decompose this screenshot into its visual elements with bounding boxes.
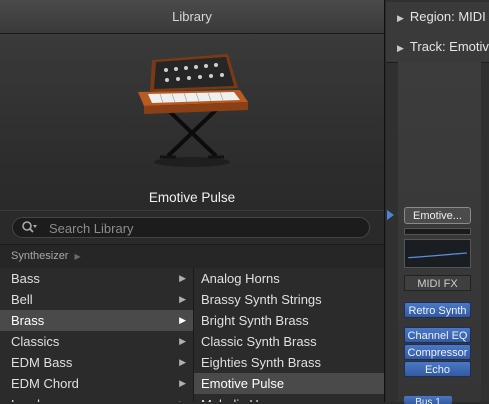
patch-preview: Emotive Pulse — [0, 34, 384, 210]
patch-item[interactable]: Eighties Synth Brass — [194, 352, 384, 373]
library-title: Library — [0, 0, 384, 34]
chevron-right-icon: ▶ — [179, 378, 186, 388]
selection-marker-icon — [387, 210, 394, 220]
patch-item[interactable]: Emotive Pulse — [194, 373, 384, 394]
region-inspector-header[interactable]: ▶ Region: MIDI — [386, 2, 489, 33]
instrument-slot[interactable]: Emotive... — [404, 207, 471, 224]
compressor-plugin[interactable]: Compressor — [404, 344, 471, 360]
search-field[interactable] — [12, 217, 370, 238]
echo-plugin[interactable]: Echo — [404, 361, 471, 377]
eq-thumbnail[interactable] — [404, 239, 471, 268]
region-label: Region: MIDI — [409, 9, 486, 24]
eq-meter — [404, 228, 471, 235]
chevron-right-icon: ▶ — [179, 315, 186, 325]
category-label: Lead — [11, 397, 40, 402]
patch-item[interactable]: Brassy Synth Strings — [194, 289, 384, 310]
breadcrumb-arrow-icon: ▶ — [74, 252, 81, 261]
chevron-right-icon: ▶ — [179, 294, 186, 304]
category-label: EDM Chord — [11, 376, 79, 391]
category-item[interactable]: Bell ▶ — [0, 289, 193, 310]
breadcrumb[interactable]: Synthesizer ▶ — [0, 245, 384, 267]
patch-item[interactable]: Analog Horns — [194, 268, 384, 289]
chevron-right-icon: ▶ — [179, 336, 186, 346]
channel-eq-plugin[interactable]: Channel EQ — [404, 327, 471, 343]
bus-send[interactable]: Bus 1 — [404, 396, 452, 404]
category-label: Classics — [11, 334, 60, 349]
search-icon[interactable] — [21, 220, 37, 236]
category-item[interactable]: Classics ▶ — [0, 331, 193, 352]
chevron-right-icon: ▶ — [179, 273, 186, 283]
category-item[interactable]: Bass ▶ — [0, 268, 193, 289]
patch-list: Analog Horns Brassy Synth Strings Bright S… — [194, 268, 384, 402]
library-panel: Library Emotive Pulse Search Library Syn… — [0, 0, 385, 402]
chevron-right-icon: ▶ — [179, 357, 186, 367]
patch-item[interactable]: Melodic Horn — [194, 394, 384, 402]
retro-synth-plugin[interactable]: Retro Synth — [404, 302, 471, 318]
category-item[interactable]: Lead ▶ — [0, 394, 193, 402]
search-input[interactable] — [47, 219, 351, 238]
breadcrumb-label[interactable]: Synthesizer — [11, 250, 68, 262]
category-label: Bell — [11, 292, 33, 307]
category-label: EDM Bass — [11, 355, 73, 370]
patch-item[interactable]: Classic Synth Brass — [194, 331, 384, 352]
midi-fx-slot[interactable]: MIDI FX — [404, 275, 471, 291]
category-label: Bass — [11, 271, 40, 286]
category-item[interactable]: EDM Chord ▶ — [0, 373, 193, 394]
category-item[interactable]: EDM Bass ▶ — [0, 352, 193, 373]
category-item[interactable]: Brass ▶ — [0, 310, 193, 331]
track-label: Track: Emotive Pulse — [409, 39, 489, 54]
track-inspector-header[interactable]: ▶ Track: Emotive Pulse — [386, 32, 489, 63]
category-label: Brass — [11, 313, 45, 328]
disclosure-triangle-icon[interactable]: ▶ — [397, 43, 404, 53]
patch-item[interactable]: Bright Synth Brass — [194, 310, 384, 331]
category-list: Bass ▶ Bell ▶ Brass ▶ Classics ▶ EDM Bass ▶ EDM Ch… — [0, 268, 194, 402]
chevron-right-icon: ▶ — [179, 394, 186, 402]
disclosure-triangle-icon[interactable]: ▶ — [397, 13, 404, 23]
patch-name: Emotive Pulse — [148, 190, 236, 205]
synthesizer-image — [138, 54, 248, 167]
search-bar — [0, 210, 384, 245]
